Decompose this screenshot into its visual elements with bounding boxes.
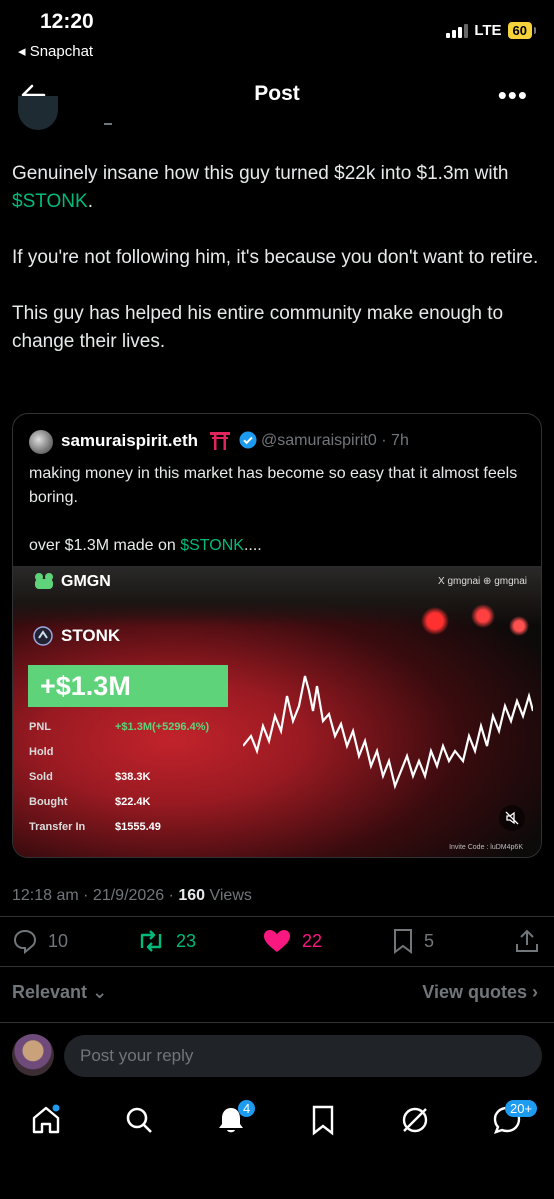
mute-icon[interactable] bbox=[499, 805, 525, 831]
reply-count: 10 bbox=[48, 930, 69, 951]
network-label: LTE bbox=[474, 22, 502, 39]
repost-button[interactable]: 23 bbox=[136, 928, 196, 954]
quoted-cashtag-link[interactable]: $STONK bbox=[180, 537, 244, 554]
stat-label-hold: Hold bbox=[29, 746, 54, 758]
author-avatar[interactable] bbox=[18, 96, 58, 130]
sort-relevant-dropdown[interactable]: Relevant ⌄ bbox=[12, 982, 107, 1003]
pnl-gain-badge: +$1.3M bbox=[28, 665, 228, 707]
post-paragraph-3: This guy has helped his entire community… bbox=[12, 303, 504, 352]
notifications-badge: 4 bbox=[238, 1100, 256, 1117]
quoted-author-handle: @samuraispirit0 · 7h bbox=[261, 432, 409, 449]
home-icon[interactable] bbox=[30, 1104, 62, 1136]
reply-placeholder: Post your reply bbox=[80, 1046, 194, 1065]
share-button[interactable] bbox=[514, 928, 540, 954]
post-body: Genuinely insane how this guy turned $22… bbox=[12, 160, 542, 384]
chevron-down-icon: ⌄ bbox=[92, 982, 108, 1002]
repost-icon bbox=[140, 930, 162, 952]
quoted-post-text: making money in this market has become s… bbox=[29, 465, 518, 554]
token-icon bbox=[33, 626, 53, 646]
divider bbox=[0, 966, 554, 967]
token-label: STONK bbox=[33, 626, 120, 646]
like-count: 22 bbox=[302, 930, 323, 951]
quoted-post-card[interactable]: samuraispirit.eth @samuraispirit0 · 7h m… bbox=[12, 413, 542, 858]
frog-icon bbox=[35, 573, 53, 589]
share-icon bbox=[516, 929, 538, 952]
quoted-author-name[interactable]: samuraispirit.eth bbox=[61, 431, 198, 451]
bookmark-icon bbox=[394, 929, 412, 954]
heart-icon bbox=[264, 930, 290, 952]
stat-label-pnl: PNL bbox=[29, 721, 51, 733]
post-paragraph-2: If you're not following him, it's becaus… bbox=[12, 247, 539, 268]
page-title: Post bbox=[254, 82, 300, 105]
reply-icon bbox=[13, 929, 37, 954]
stat-value-transfer: $1555.49 bbox=[115, 821, 161, 833]
bookmarks-nav-icon[interactable] bbox=[307, 1104, 339, 1136]
author-name-peek bbox=[104, 123, 112, 125]
bookmark-button[interactable]: 5 bbox=[392, 928, 434, 954]
like-button[interactable]: 22 bbox=[262, 928, 322, 954]
status-time: 12:20 bbox=[40, 10, 94, 33]
signal-icon bbox=[446, 23, 469, 38]
quoted-media-video[interactable]: GMGN X gmgnai ⊕ gmgnai STONK +$1.3M PNL … bbox=[13, 566, 541, 857]
back-to-app-link[interactable]: ◂ Snapchat bbox=[18, 42, 93, 60]
stat-value-pnl: +$1.3M(+5296.4%) bbox=[115, 721, 210, 733]
brand-logo: GMGN bbox=[33, 572, 111, 592]
stat-label-sold: Sold bbox=[29, 771, 53, 783]
reply-button[interactable]: 10 bbox=[12, 928, 68, 954]
status-indicators: LTE 60 bbox=[446, 22, 537, 39]
repost-count: 23 bbox=[176, 930, 197, 951]
view-count: 160 bbox=[178, 887, 206, 904]
price-line-graphic bbox=[243, 675, 533, 790]
grok-icon[interactable] bbox=[399, 1104, 431, 1136]
stat-label-bought: Bought bbox=[29, 796, 68, 808]
stat-value-sold: $38.3K bbox=[115, 771, 151, 783]
messages-badge: 20+ bbox=[505, 1100, 538, 1117]
divider bbox=[0, 1022, 554, 1023]
bookmark-count: 5 bbox=[424, 930, 435, 951]
cashtag-link[interactable]: $STONK bbox=[12, 191, 88, 212]
search-icon[interactable] bbox=[123, 1104, 155, 1136]
brand-social-tags: X gmgnai ⊕ gmgnai bbox=[438, 576, 527, 587]
view-quotes-link[interactable]: View quotes › bbox=[422, 982, 538, 1003]
my-avatar[interactable] bbox=[12, 1034, 54, 1076]
invite-code: Invite Code : luDM4p6K bbox=[449, 844, 523, 851]
stat-value-bought: $22.4K bbox=[115, 796, 151, 808]
torii-gate-icon bbox=[210, 432, 230, 450]
verified-badge-icon bbox=[239, 431, 257, 449]
post-meta: 12:18 am · 21/9/2026 · 160 Views bbox=[12, 887, 252, 904]
quoted-author-avatar[interactable] bbox=[29, 430, 53, 454]
battery-icon: 60 bbox=[507, 22, 537, 39]
post-paragraph-1: Genuinely insane how this guy turned $22… bbox=[12, 163, 509, 212]
chevron-right-icon: › bbox=[532, 982, 538, 1002]
stat-label-transfer: Transfer In bbox=[29, 821, 86, 833]
more-options-icon[interactable]: ••• bbox=[498, 80, 528, 111]
divider bbox=[0, 916, 554, 917]
